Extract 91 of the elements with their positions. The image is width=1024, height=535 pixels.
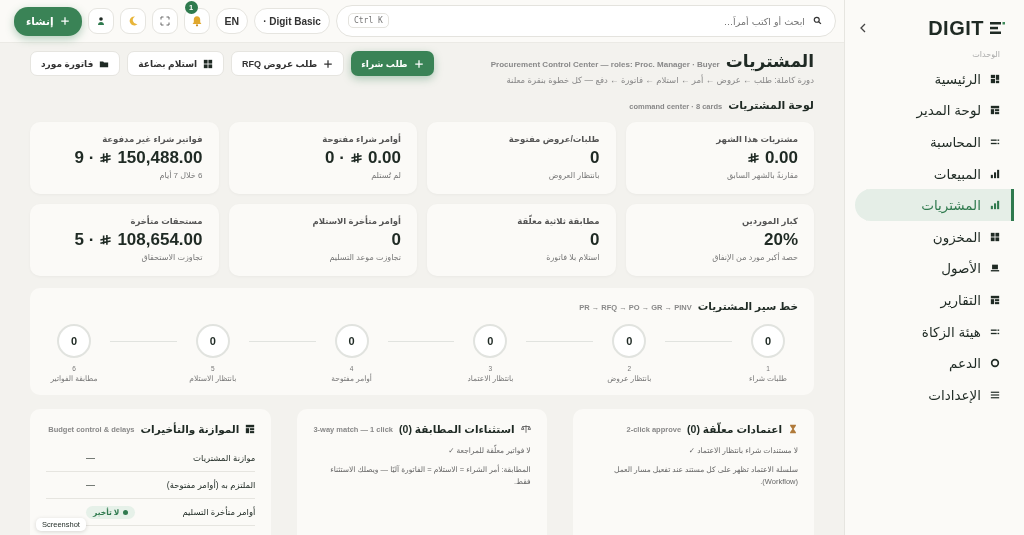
row-label: الملتزم به (أوامر مفتوحة)	[166, 480, 256, 490]
kpi-caption: حصة أكبر مورد من الإنفاق	[711, 253, 798, 262]
step-count[interactable]: 0	[334, 324, 369, 358]
sidebar-item[interactable]: المبيعات	[855, 157, 1014, 190]
panel-title: استثناءات المطابقة (0)	[399, 423, 515, 435]
plus-icon	[59, 16, 70, 26]
page-description: دورة كاملة: طلب ← عروض ← أمر ← استلام ← فاتورة ← دفع — كل خطوة بنقرة معلنة	[505, 75, 814, 85]
sidebar-item[interactable]: التقارير	[855, 284, 1014, 316]
shortcut-hint: Ctrl K	[347, 13, 389, 28]
hourglass-icon	[788, 424, 798, 434]
sidebar-item[interactable]: هيئة الزكاة	[855, 315, 1014, 348]
kpi-caption: استلام بلا فاتورة	[545, 253, 600, 262]
action-button[interactable]: طلب شراء	[351, 51, 434, 76]
nav-icon	[990, 137, 1000, 147]
grid-icon	[203, 58, 214, 69]
step-count[interactable]: 0	[612, 324, 647, 358]
table-icon	[245, 424, 256, 434]
kpi-label: طلبات/عروض مفتوحة	[507, 134, 600, 144]
panel-title: الموازنة والتأخيرات	[140, 423, 240, 435]
sidebar-item[interactable]: الرئيسية	[855, 63, 1014, 95]
nav-icon	[990, 231, 1000, 242]
nav-icon	[990, 294, 1000, 305]
kpi-count: · 5	[74, 230, 95, 250]
section-label: الوحدات	[971, 49, 1001, 61]
kpi-label: مستحقات متأخرة	[129, 216, 203, 226]
row-value: —	[86, 480, 95, 490]
sidebar-item[interactable]: المخزون	[855, 220, 1014, 253]
kpi-value: 0	[391, 230, 401, 250]
kpi-label: فواتير شراء غير مدفوعة	[101, 134, 203, 144]
kpi-label: كبار الموردين	[740, 216, 798, 226]
kpi-caption: بانتظار العروض	[547, 171, 600, 180]
panel-title: خط سير المشتريات	[697, 300, 798, 312]
sidebar-item[interactable]: الأصول	[855, 252, 1014, 285]
nav-icon	[990, 168, 1000, 179]
kpi-caption: تجاوزت موعد التسليم	[328, 253, 401, 262]
page-title: المشتريات	[725, 51, 814, 72]
plus-icon	[323, 58, 334, 69]
step-count[interactable]: 0	[473, 324, 508, 358]
kpi-value: 108,654.00	[117, 230, 203, 250]
action-button[interactable]: طلب عروض RFQ	[231, 51, 345, 76]
kpi-value: 0	[590, 230, 600, 250]
notifications-button[interactable]	[183, 8, 210, 34]
kpi-caption: تجاوزت الاستحقاق	[140, 253, 203, 262]
nav-icon	[990, 73, 1000, 84]
search-icon	[813, 16, 822, 25]
kpi-value: 0.00	[367, 148, 401, 168]
kpi-count: · 9	[74, 148, 95, 168]
logo-icon	[990, 21, 1006, 35]
page-subtitle: Procurement Control Center — roles: Proc. Manager · Buyer	[490, 60, 720, 69]
row-label: أوامر متأخرة التسليم	[182, 507, 256, 517]
nav-icon	[990, 389, 1000, 400]
user-button[interactable]	[87, 8, 114, 34]
kpi-caption: 6 خلال 7 أيام	[158, 171, 203, 180]
plan-button[interactable]: · Digit Basic	[254, 8, 330, 34]
step-count[interactable]: 0	[57, 324, 91, 358]
kpi-caption: لم تُستلم	[370, 171, 401, 180]
action-button[interactable]: فاتورة مورد	[30, 51, 121, 76]
kpi-value: 150,488.00	[117, 148, 203, 168]
sidebar-item[interactable]: المشتريات	[855, 189, 1014, 221]
bell-icon	[190, 15, 203, 27]
kpi-value: 20%	[763, 230, 798, 250]
collapse-icon[interactable]	[859, 22, 867, 34]
sidebar-item[interactable]: لوحة المدير	[855, 94, 1014, 127]
nav-icon	[990, 200, 1000, 211]
row-label: موازنة المشتريات	[193, 453, 256, 463]
kpi-value: 0	[590, 148, 600, 168]
scale-icon	[520, 424, 531, 434]
nav-icon	[990, 105, 1000, 116]
language-button[interactable]: EN	[215, 8, 249, 34]
sidebar-item[interactable]: المحاسبة	[855, 126, 1014, 158]
sidebar-item[interactable]: الإعدادات	[855, 378, 1014, 411]
step-count[interactable]: 0	[195, 324, 230, 358]
panel-title: اعتمادات معلّقة (0)	[687, 423, 782, 435]
fullscreen-icon	[158, 15, 171, 27]
section-title: لوحة المشتريات	[728, 99, 814, 112]
kpi-caption: مقارنةً بالشهر السابق	[725, 171, 798, 180]
kpi-label: مطابقة ثلاثية معلّقة	[516, 216, 600, 226]
plus-icon	[413, 58, 424, 69]
step-count[interactable]: 0	[751, 324, 785, 358]
kpi-label: أوامر متأخرة الاستلام	[311, 216, 401, 226]
create-button[interactable]: إنشاء	[14, 6, 82, 36]
sidebar-item[interactable]: الدعم	[855, 347, 1014, 379]
kpi-value: 0.00	[764, 148, 798, 168]
nav-icon	[990, 358, 1000, 369]
kpi-label: مشتريات هذا الشهر	[715, 134, 798, 144]
logo-text: DIGIT	[928, 16, 984, 40]
action-button[interactable]: استلام بضاعة	[127, 51, 225, 76]
kpi-count: · 0	[325, 148, 345, 168]
kpi-label: أوامر شراء مفتوحة	[321, 134, 401, 144]
nav-icon	[990, 263, 1000, 274]
row-value: —	[86, 453, 95, 463]
